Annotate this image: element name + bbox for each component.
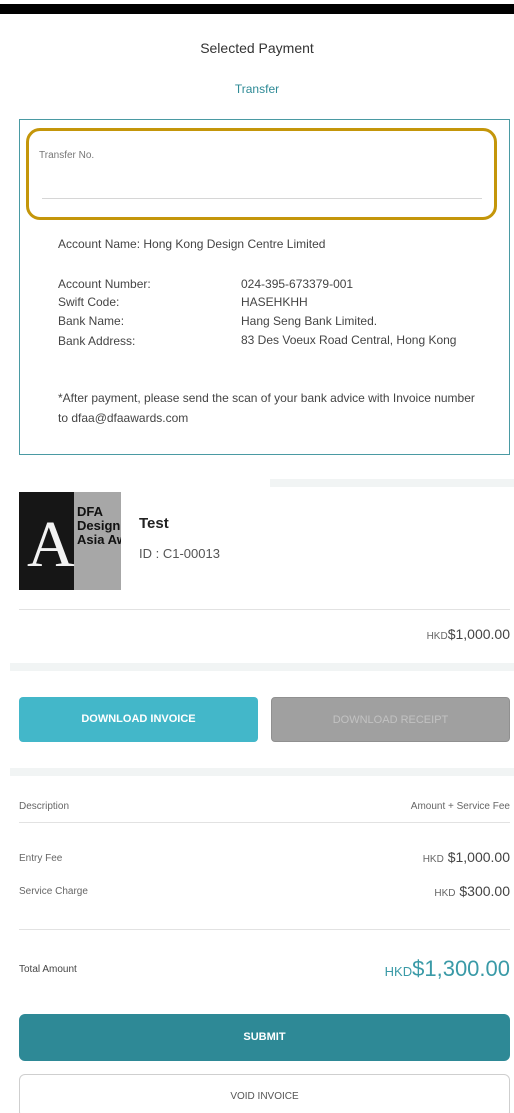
section-divider: [270, 479, 514, 487]
entry-fee-value: $1,000.00: [447, 849, 510, 865]
swift-code-value: HASEHKHH: [241, 295, 308, 309]
transfer-no-input[interactable]: [42, 173, 482, 199]
download-invoice-button[interactable]: DOWNLOAD INVOICE: [19, 697, 258, 742]
account-number-label: Account Number:: [58, 277, 151, 291]
entry-id: ID : C1-00013: [139, 546, 220, 561]
entry-fee-label: Entry Fee: [19, 853, 63, 864]
transfer-no-label: Transfer No.: [39, 150, 95, 161]
entry-fee-currency: HKD: [422, 854, 444, 865]
void-invoice-button[interactable]: VOID INVOICE: [19, 1074, 510, 1113]
account-number-value: 024-395-673379-001: [241, 277, 354, 291]
service-charge-currency: HKD: [434, 888, 456, 899]
bank-address-value: 83 Des Voeux Road Central, Hong Kong: [241, 333, 457, 347]
section-divider-3: [10, 768, 514, 776]
bank-name-label: Bank Name:: [58, 314, 125, 328]
entry-price-value: $1,000.00: [447, 626, 510, 642]
payment-method-tab[interactable]: Transfer: [0, 82, 514, 96]
summary-col-amount: Amount + Service Fee: [410, 801, 510, 812]
submit-button[interactable]: SUBMIT: [19, 1014, 510, 1061]
thumbnail-text-line3: Asia Aw: [77, 532, 121, 547]
thumbnail-text-line1: DFA: [77, 504, 103, 519]
payment-note: *After payment, please send the scan of …: [58, 391, 475, 425]
page-title: Selected Payment: [200, 40, 314, 56]
summary-total-divider: [19, 929, 510, 930]
thumbnail-text-line2: Design: [77, 518, 121, 533]
account-name: Account Name: Hong Kong Design Centre Li…: [58, 237, 326, 251]
entry-title: Test: [139, 515, 169, 532]
total-currency: HKD: [384, 964, 413, 979]
summary-col-description: Description: [19, 801, 70, 812]
section-divider-2: [10, 663, 514, 671]
summary-header-divider: [19, 822, 510, 823]
service-charge-label: Service Charge: [19, 886, 88, 897]
thumbnail-logo-letter: A: [27, 508, 75, 581]
total-value: $1,300.00: [412, 956, 510, 981]
service-charge-amount: HKD $300.00: [434, 883, 510, 899]
entry-thumbnail: A DFA Design Asia Aw: [19, 492, 121, 590]
service-charge-value: $300.00: [459, 883, 510, 899]
entry-price: HKD$1,000.00: [427, 626, 510, 642]
top-white-strip: [0, 0, 514, 4]
total-amount: HKD$1,300.00: [385, 956, 510, 982]
total-amount-label: Total Amount: [19, 964, 77, 975]
entry-divider: [19, 609, 510, 610]
swift-code-label: Swift Code:: [58, 295, 120, 309]
entry-price-currency: HKD: [426, 631, 448, 642]
download-receipt-button[interactable]: DOWNLOAD RECEIPT: [271, 697, 510, 742]
bank-address-label: Bank Address:: [58, 334, 136, 348]
bank-name-value: Hang Seng Bank Limited.: [241, 314, 378, 328]
entry-fee-amount: HKD $1,000.00: [423, 849, 510, 865]
transfer-details-box: Transfer No. Account Name: Hong Kong Des…: [19, 119, 510, 455]
